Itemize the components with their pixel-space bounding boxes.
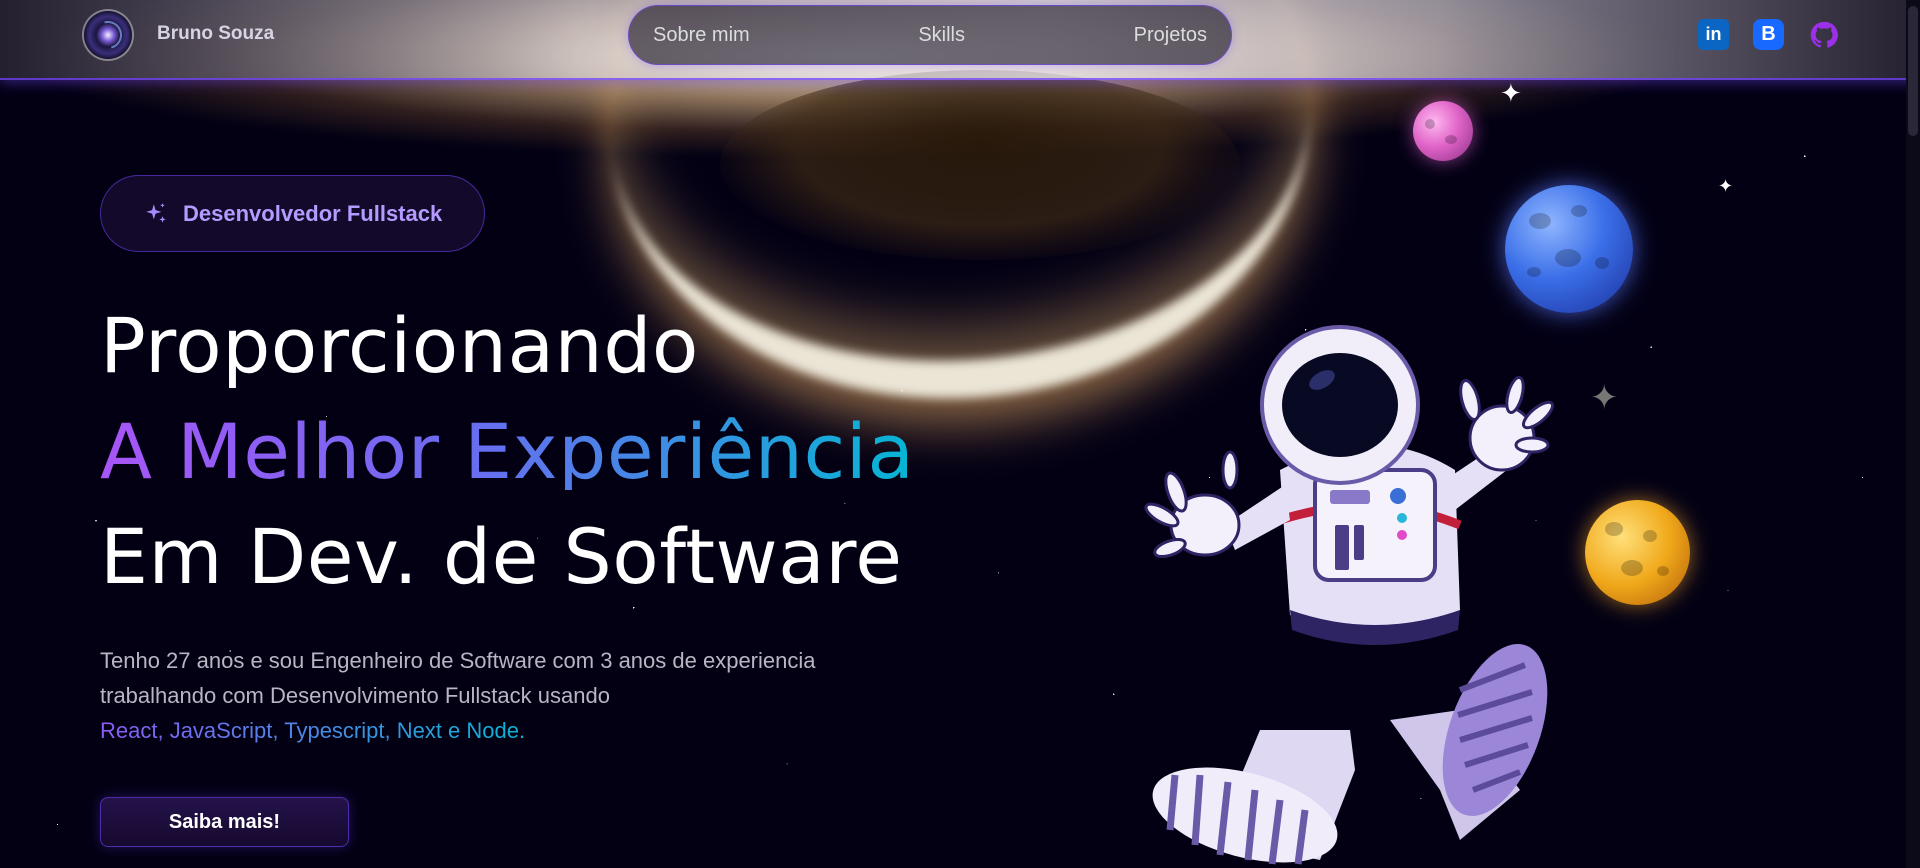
sparkle-icon: ✦ xyxy=(1718,176,1734,196)
role-badge-label: Desenvolvedor Fullstack xyxy=(183,200,443,226)
scrollbar[interactable] xyxy=(1906,0,1920,868)
pink-planet-icon xyxy=(1413,101,1473,161)
hero-description-stack: React, JavaScript, Typescript, Next e No… xyxy=(100,718,526,743)
nav-link-skills[interactable]: Skills xyxy=(918,24,965,47)
scrollbar-thumb[interactable] xyxy=(1908,6,1918,136)
hero-description: Tenho 27 anos e sou Engenheiro de Softwa… xyxy=(100,643,820,748)
role-badge: Desenvolvedor Fullstack xyxy=(100,175,485,252)
nav-menu: Sobre mim Skills Projetos xyxy=(628,5,1232,65)
linkedin-icon[interactable]: in xyxy=(1698,19,1729,50)
hero-title-line1: Proporcionando xyxy=(100,301,699,390)
yellow-planet-icon xyxy=(1585,500,1690,605)
hero-description-text: Tenho 27 anos e sou Engenheiro de Softwa… xyxy=(100,648,816,708)
nav-link-projects[interactable]: Projetos xyxy=(1134,24,1207,47)
hero-title-highlight: A Melhor Experiência xyxy=(100,407,915,496)
behance-icon[interactable]: B xyxy=(1753,19,1784,50)
logo-icon[interactable] xyxy=(84,11,132,59)
social-links: in B xyxy=(1698,19,1839,50)
sparkle-icon: ✦ xyxy=(1500,78,1522,108)
blue-planet-icon xyxy=(1505,185,1633,313)
black-hole-core xyxy=(720,70,1240,260)
github-icon[interactable] xyxy=(1808,19,1839,50)
sparkles-icon xyxy=(146,202,166,223)
nav-link-about[interactable]: Sobre mim xyxy=(653,24,750,47)
hero-title-line3: Em Dev. de Software xyxy=(100,512,903,601)
learn-more-button[interactable]: Saiba mais! xyxy=(100,797,349,847)
brand-name[interactable]: Bruno Souza xyxy=(157,23,274,45)
astronaut-illustration xyxy=(1144,325,1555,865)
